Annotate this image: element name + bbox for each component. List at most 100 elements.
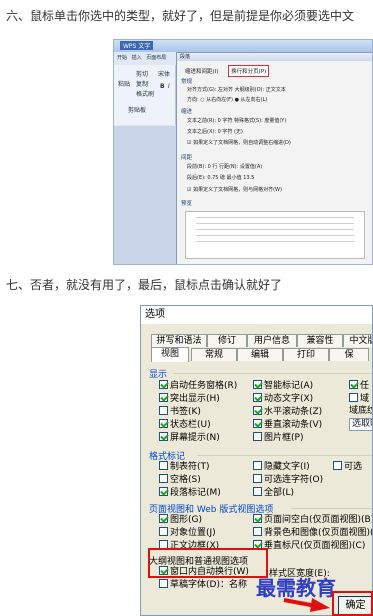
clipboard-label: 剪贴板	[128, 107, 147, 114]
cb-label: 全部(L)	[264, 488, 295, 498]
cb-vertical-scrollbar[interactable]: 垂直滚动条(V)	[253, 419, 322, 431]
cb-screen-tips[interactable]: 屏幕提示(N)	[159, 432, 220, 444]
cb-all[interactable]: 全部(L)	[253, 487, 294, 499]
cb-label: 屏幕提示(N)	[170, 433, 220, 443]
group-format-divider	[197, 455, 372, 456]
cb-status-bar[interactable]: 状态栏(U)	[159, 419, 211, 431]
paragraph-dialog-screenshot: WPS 文字 开始 插入 页面布局 粘贴 剪切 复制 格式刷 剪贴板 宋体 B …	[113, 39, 373, 265]
cb-label: 制表符(T)	[170, 462, 210, 472]
dialog-tabs: 缩进和间距(I) 换行和分页(P)	[183, 65, 275, 77]
row-auto-indent[interactable]: ☑ 如果定义了文档网格，则自动调整右缩进(D)	[187, 139, 291, 146]
step-7-text: 七、否者，就没有用了，最后，鼠标点击确认就好了	[6, 278, 283, 292]
cb-object-anchors[interactable]: 对象位置(J)	[159, 527, 216, 539]
cb-label: 任	[360, 381, 370, 391]
cb-tab-chars[interactable]: 制表符(T)	[159, 461, 210, 473]
checkbox-icon	[253, 406, 262, 415]
ok-highlight	[332, 591, 373, 616]
app-titlebar: WPS 文字	[114, 40, 372, 52]
cb-picture-placeholders[interactable]: 图片框(P)	[253, 432, 303, 444]
row-direction[interactable]: 方向: ○ 从右向左(F) ● 从左向右(L)	[187, 96, 267, 103]
cb-smart-tags[interactable]: 智能标记(A)	[253, 380, 313, 392]
checkbox-icon	[253, 514, 262, 523]
cb-label: 隐藏文字(I)	[264, 462, 310, 472]
paste-button[interactable]: 粘贴	[118, 79, 130, 88]
group-display: 显示	[149, 370, 168, 380]
row-space-before[interactable]: 段前(B): 0 行 行距(N): 设置值(A)	[187, 163, 262, 170]
options-title: 选项	[141, 306, 372, 324]
cb-draft-font[interactable]: 草稿字体(D)：名称	[159, 579, 247, 591]
cb-label: 图形(G)	[170, 515, 202, 525]
checkbox-icon	[159, 432, 168, 441]
tab-edit[interactable]: 编辑	[237, 348, 283, 361]
copy-button[interactable]: 复制	[136, 79, 148, 88]
tab-compatibility[interactable]: 兼容性	[297, 334, 343, 347]
cb-paragraph-marks[interactable]: 段落标记(M)	[159, 487, 221, 499]
cb-background[interactable]: 背景色和图像(仅页面视图)(B)	[253, 527, 372, 539]
checkbox-icon	[159, 579, 168, 588]
cb-hidden-text[interactable]: 隐藏文字(I)	[253, 461, 310, 473]
cb-white-space[interactable]: 页面间空白(仅页面视图)(B)	[253, 514, 372, 526]
cb-optional-hyphens[interactable]: 可选连字符(O)	[253, 474, 323, 486]
cb-label: 对象位置(J)	[170, 528, 216, 538]
cb-label: 草稿字体(D)：名称	[170, 580, 247, 590]
ribbon-tab-home[interactable]: 开始	[117, 54, 127, 61]
tab-view[interactable]: 视图	[151, 347, 189, 362]
row-grid-align[interactable]: ☑ 如果定义了文档网格，则与网格对齐(W)	[187, 186, 282, 193]
cb-highlight[interactable]: 突出显示(H)	[159, 393, 220, 405]
row-indent-before[interactable]: 文本之前(R): 0 字符 特殊格式(S): 度量值(Y)	[187, 117, 286, 124]
tab-line-page-break[interactable]: 换行和分页(P)	[228, 65, 270, 77]
checkbox-icon	[159, 393, 168, 402]
cb-label: 启动任务窗格(R)	[170, 381, 238, 391]
ribbon-tab-insert[interactable]: 插入	[132, 54, 142, 61]
field-shading-select[interactable]: 选取时	[349, 418, 372, 431]
tab-general[interactable]: 常规	[191, 348, 237, 361]
cb-label: 水平滚动条(Z)	[264, 407, 323, 417]
cb-startup-task-pane[interactable]: 启动任务窗格(R)	[159, 380, 237, 392]
cb-taskbar[interactable]: 任	[349, 380, 369, 392]
tab-spelling-grammar[interactable]: 拼写和语法	[151, 334, 207, 347]
ribbon-tabs: 开始 插入 页面布局	[114, 54, 176, 64]
checkbox-icon	[159, 487, 168, 496]
ribbon-tab-layout[interactable]: 页面布局	[146, 54, 166, 61]
step-6-text: 六、鼠标单击你选中的类型，就好了，但是前提是你必须要选中文	[6, 9, 355, 23]
bold-button[interactable]: B	[160, 83, 165, 90]
font-name[interactable]: 宋体	[158, 69, 170, 78]
cb-label: 段落标记(M)	[170, 488, 221, 498]
row-space-after[interactable]: 段后(E): 0.75 磅 最小值 13.5	[187, 174, 254, 181]
cb-label: 域	[360, 394, 370, 404]
tab-user-info[interactable]: 用户信息	[247, 334, 297, 347]
format-painter-button[interactable]: 格式刷	[136, 89, 154, 98]
cb-drawings[interactable]: 图形(G)	[159, 514, 202, 526]
section-general: 常规	[181, 79, 193, 85]
cb-optional[interactable]: 可选	[333, 461, 362, 473]
section-preview: 预览	[181, 201, 193, 207]
tab-print[interactable]: 打印	[283, 348, 329, 361]
cb-spaces[interactable]: 空格(S)	[159, 474, 201, 486]
tab-indent-spacing[interactable]: 缩进和间距(I)	[183, 66, 220, 76]
arrow-right-icon	[283, 598, 330, 612]
row-indent-after[interactable]: 文本之后(X): 0 字符 (无)	[187, 128, 243, 135]
field-shading-label: 域底纹	[349, 406, 372, 416]
section-spacing: 间距	[181, 155, 193, 161]
checkbox-icon	[333, 461, 342, 470]
checkbox-icon	[159, 406, 168, 415]
checkbox-icon	[159, 474, 168, 483]
cb-animated-text[interactable]: 动态文字(X)	[253, 393, 313, 405]
checkbox-icon	[159, 461, 168, 470]
cb-bookmarks[interactable]: 书签(K)	[159, 406, 201, 418]
cb-field-codes[interactable]: 域	[349, 393, 369, 405]
cb-label: 突出显示(H)	[170, 394, 220, 404]
tab-chinese[interactable]: 中文版	[343, 334, 372, 347]
checkbox-icon	[253, 474, 262, 483]
cb-vertical-ruler[interactable]: 垂直标尺(仅页面视图)(C)	[253, 540, 365, 552]
tab-revisions[interactable]: 修订	[207, 334, 247, 347]
row-alignment[interactable]: 对齐方式(G): 左对齐 大纲级别(O): 正文文本	[187, 86, 286, 93]
italic-button[interactable]: I	[168, 83, 170, 90]
cb-label: 可选连字符(O)	[264, 475, 324, 485]
checkbox-icon	[253, 432, 262, 441]
cb-horizontal-scrollbar[interactable]: 水平滚动条(Z)	[253, 406, 322, 418]
tab-save[interactable]: 保	[329, 348, 369, 361]
paragraph-dialog: 段落 缩进和间距(I) 换行和分页(P) 常规 对齐方式(G): 左对齐 大纲级…	[176, 52, 372, 264]
checkbox-icon	[253, 380, 262, 389]
cut-button[interactable]: 剪切	[136, 69, 148, 78]
